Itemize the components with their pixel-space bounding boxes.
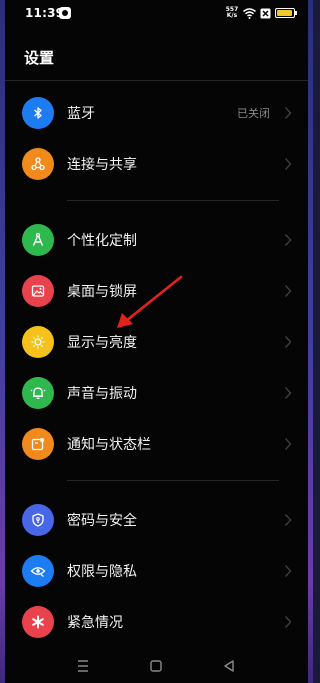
notification-icon xyxy=(22,428,54,460)
setting-item-notification[interactable]: 通知与状态栏 xyxy=(5,419,308,469)
share-icon xyxy=(22,148,54,180)
group-divider xyxy=(67,200,279,201)
setting-item-connection[interactable]: 连接与共享 xyxy=(5,139,308,189)
status-indicators: 557 K/s xyxy=(225,6,297,20)
battery-icon xyxy=(275,8,297,18)
setting-item-sound[interactable]: 声音与振动 xyxy=(5,368,308,418)
shield-icon xyxy=(22,504,54,536)
chevron-right-icon xyxy=(284,284,292,298)
compass-icon xyxy=(22,224,54,256)
setting-label: 紧急情况 xyxy=(67,615,123,631)
home-button[interactable] xyxy=(146,656,166,676)
settings-screen: 11:39 557 K/s 设置 蓝牙 已关闭 连接与共享 个性化定制 桌面与锁… xyxy=(5,0,308,683)
group-divider xyxy=(67,480,279,481)
setting-label: 密码与安全 xyxy=(67,513,137,529)
setting-item-personalization[interactable]: 个性化定制 xyxy=(5,215,308,265)
page-title: 设置 xyxy=(24,49,55,67)
chevron-right-icon xyxy=(284,157,292,171)
setting-item-bluetooth[interactable]: 蓝牙 已关闭 xyxy=(5,88,308,138)
network-speed: 557 K/s xyxy=(225,6,239,19)
setting-label: 个性化定制 xyxy=(67,233,137,249)
chevron-right-icon xyxy=(284,233,292,247)
setting-label: 声音与振动 xyxy=(67,386,137,402)
setting-item-emergency[interactable]: 紧急情况 xyxy=(5,597,308,647)
battery-level xyxy=(277,10,293,16)
screen-edge-right xyxy=(308,0,313,683)
bluetooth-status: 已关闭 xyxy=(237,107,270,120)
back-button[interactable] xyxy=(219,656,239,676)
chevron-right-icon xyxy=(284,386,292,400)
status-bar: 11:39 557 K/s xyxy=(5,0,308,28)
setting-label: 蓝牙 xyxy=(67,106,95,122)
bell-icon xyxy=(22,377,54,409)
setting-label: 通知与状态栏 xyxy=(67,437,151,453)
title-divider xyxy=(5,80,308,81)
no-sim-icon xyxy=(260,8,271,18)
chevron-right-icon xyxy=(284,437,292,451)
asterisk-icon xyxy=(22,606,54,638)
chevron-right-icon xyxy=(284,513,292,527)
image-icon xyxy=(22,275,54,307)
navigation-bar xyxy=(5,648,308,683)
app-notification-icon xyxy=(59,7,71,19)
setting-item-security[interactable]: 密码与安全 xyxy=(5,495,308,545)
wifi-icon xyxy=(243,7,256,19)
setting-item-display[interactable]: 显示与亮度 xyxy=(5,317,308,367)
sun-icon xyxy=(22,326,54,358)
setting-label: 权限与隐私 xyxy=(67,564,137,580)
chevron-right-icon xyxy=(284,106,292,120)
chevron-right-icon xyxy=(284,335,292,349)
bluetooth-icon xyxy=(22,97,54,129)
menu-button[interactable] xyxy=(73,656,93,676)
setting-label: 连接与共享 xyxy=(67,157,137,173)
setting-item-wallpaper[interactable]: 桌面与锁屏 xyxy=(5,266,308,316)
setting-label: 桌面与锁屏 xyxy=(67,284,137,300)
setting-label: 显示与亮度 xyxy=(67,335,137,351)
chevron-right-icon xyxy=(284,564,292,578)
setting-item-privacy[interactable]: 权限与隐私 xyxy=(5,546,308,596)
chevron-right-icon xyxy=(284,615,292,629)
eye-icon xyxy=(22,555,54,587)
